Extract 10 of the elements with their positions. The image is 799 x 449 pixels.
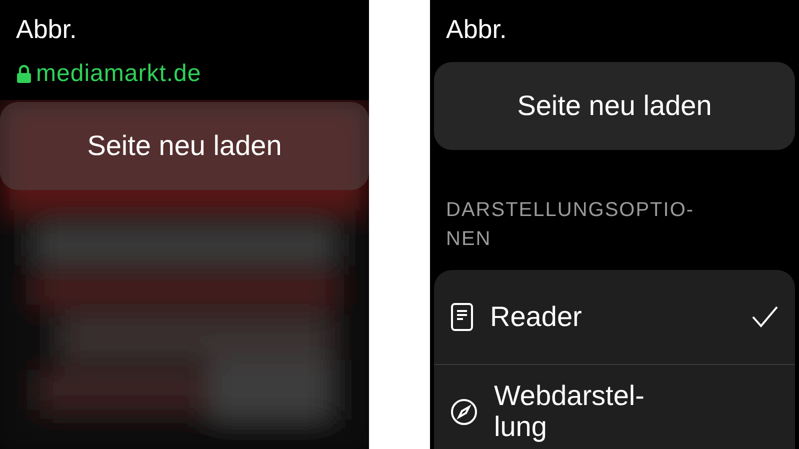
cancel-link[interactable]: Abbr. xyxy=(446,16,507,42)
cancel-link[interactable]: Abbr. xyxy=(16,16,77,42)
url-text: mediamarkt.de xyxy=(36,62,202,86)
option-item[interactable]: Reader xyxy=(434,270,795,364)
section-heading: DARSTELLUNGSOPTIO- NEN xyxy=(445,198,696,252)
compass-icon xyxy=(450,398,478,426)
reader-icon xyxy=(450,302,474,332)
reload-button[interactable]: Seite neu laden xyxy=(434,62,795,150)
reload-button[interactable]: Seite neu laden xyxy=(0,102,369,190)
option-item[interactable]: Webdarstel- lung xyxy=(434,364,795,449)
